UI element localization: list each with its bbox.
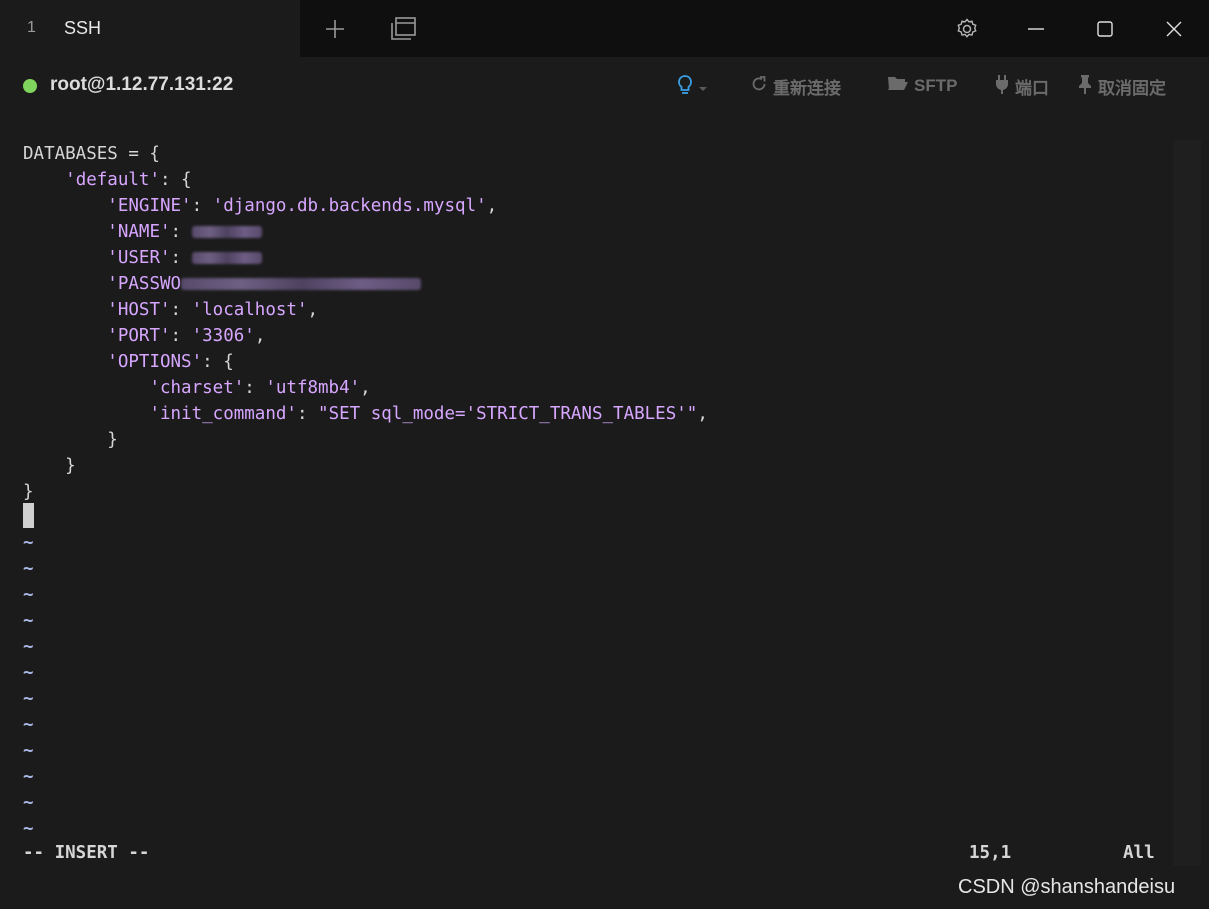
tab-ssh[interactable]: 1 SSH (0, 0, 300, 57)
minimize-icon[interactable] (1020, 13, 1052, 45)
code-line-12: } (107, 430, 118, 450)
port-label: 端口 (1015, 79, 1049, 98)
cursor-position: 15,1 (969, 843, 1012, 863)
folder-open-icon (887, 74, 909, 97)
code-line-7: 'HOST': 'localhost', (107, 300, 319, 320)
empty-line-marker: ~ (23, 611, 34, 631)
window-stack-icon[interactable] (387, 13, 419, 45)
code-line-2: 'default': { (65, 170, 192, 190)
code-line-4: 'NAME': (23, 219, 262, 245)
empty-line-marker: ~ (23, 767, 34, 787)
hint-button[interactable] (677, 74, 708, 101)
title-bar: 1 SSH (0, 0, 1209, 57)
empty-line-marker: ~ (23, 559, 34, 579)
maximize-icon[interactable] (1089, 13, 1121, 45)
text-cursor (23, 503, 34, 528)
plug-icon (994, 74, 1010, 99)
reconnect-button[interactable]: 重新连接 (750, 74, 841, 99)
code-line-6: 'PASSWO (23, 271, 422, 297)
watermark: CSDN @shanshandeisu (958, 876, 1176, 898)
lightbulb-icon (677, 74, 693, 101)
gear-icon[interactable] (951, 13, 983, 45)
empty-line-marker: ~ (23, 689, 34, 709)
code-line-10: 'charset': 'utf8mb4', (149, 378, 371, 398)
empty-line-marker: ~ (23, 663, 34, 683)
plus-icon[interactable] (319, 13, 351, 45)
code-line-11: 'init_command': "SET sql_mode='STRICT_TR… (149, 404, 708, 424)
refresh-icon (750, 75, 768, 98)
code-line-13: } (65, 456, 76, 476)
code-line-9: 'OPTIONS': { (107, 352, 234, 372)
code-line-5: 'USER': (23, 245, 262, 271)
scrollbar[interactable] (1173, 140, 1201, 866)
code-line-1: DATABASES = { (23, 144, 160, 164)
redacted-value (191, 226, 262, 238)
empty-line-marker: ~ (23, 793, 34, 813)
port-button[interactable]: 端口 (994, 74, 1049, 99)
empty-line-marker: ~ (23, 819, 34, 839)
connection-status-dot (23, 79, 37, 93)
unpin-button[interactable]: 取消固定 (1077, 74, 1166, 99)
vim-mode-indicator: -- INSERT -- (23, 843, 150, 863)
tab-number: 1 (27, 19, 36, 36)
redacted-value (181, 278, 422, 290)
sftp-button[interactable]: SFTP (887, 74, 957, 97)
close-icon[interactable] (1158, 13, 1190, 45)
code-line-14: } (23, 482, 34, 502)
scroll-position: All (1123, 843, 1155, 863)
sftp-label: SFTP (914, 75, 958, 95)
code-line-3: 'ENGINE': 'django.db.backends.mysql', (107, 196, 498, 216)
empty-line-marker: ~ (23, 533, 34, 553)
redacted-value (191, 252, 262, 264)
unpin-label: 取消固定 (1098, 79, 1166, 98)
empty-line-marker: ~ (23, 715, 34, 735)
reconnect-label: 重新连接 (773, 79, 841, 98)
chevron-down-icon (698, 78, 708, 98)
empty-line-marker: ~ (23, 637, 34, 657)
pin-icon (1077, 74, 1093, 99)
host-address: root@1.12.77.131:22 (50, 74, 234, 95)
tab-title: SSH (64, 18, 102, 38)
empty-line-marker: ~ (23, 585, 34, 605)
empty-line-marker: ~ (23, 741, 34, 761)
code-line-8: 'PORT': '3306', (107, 326, 266, 346)
